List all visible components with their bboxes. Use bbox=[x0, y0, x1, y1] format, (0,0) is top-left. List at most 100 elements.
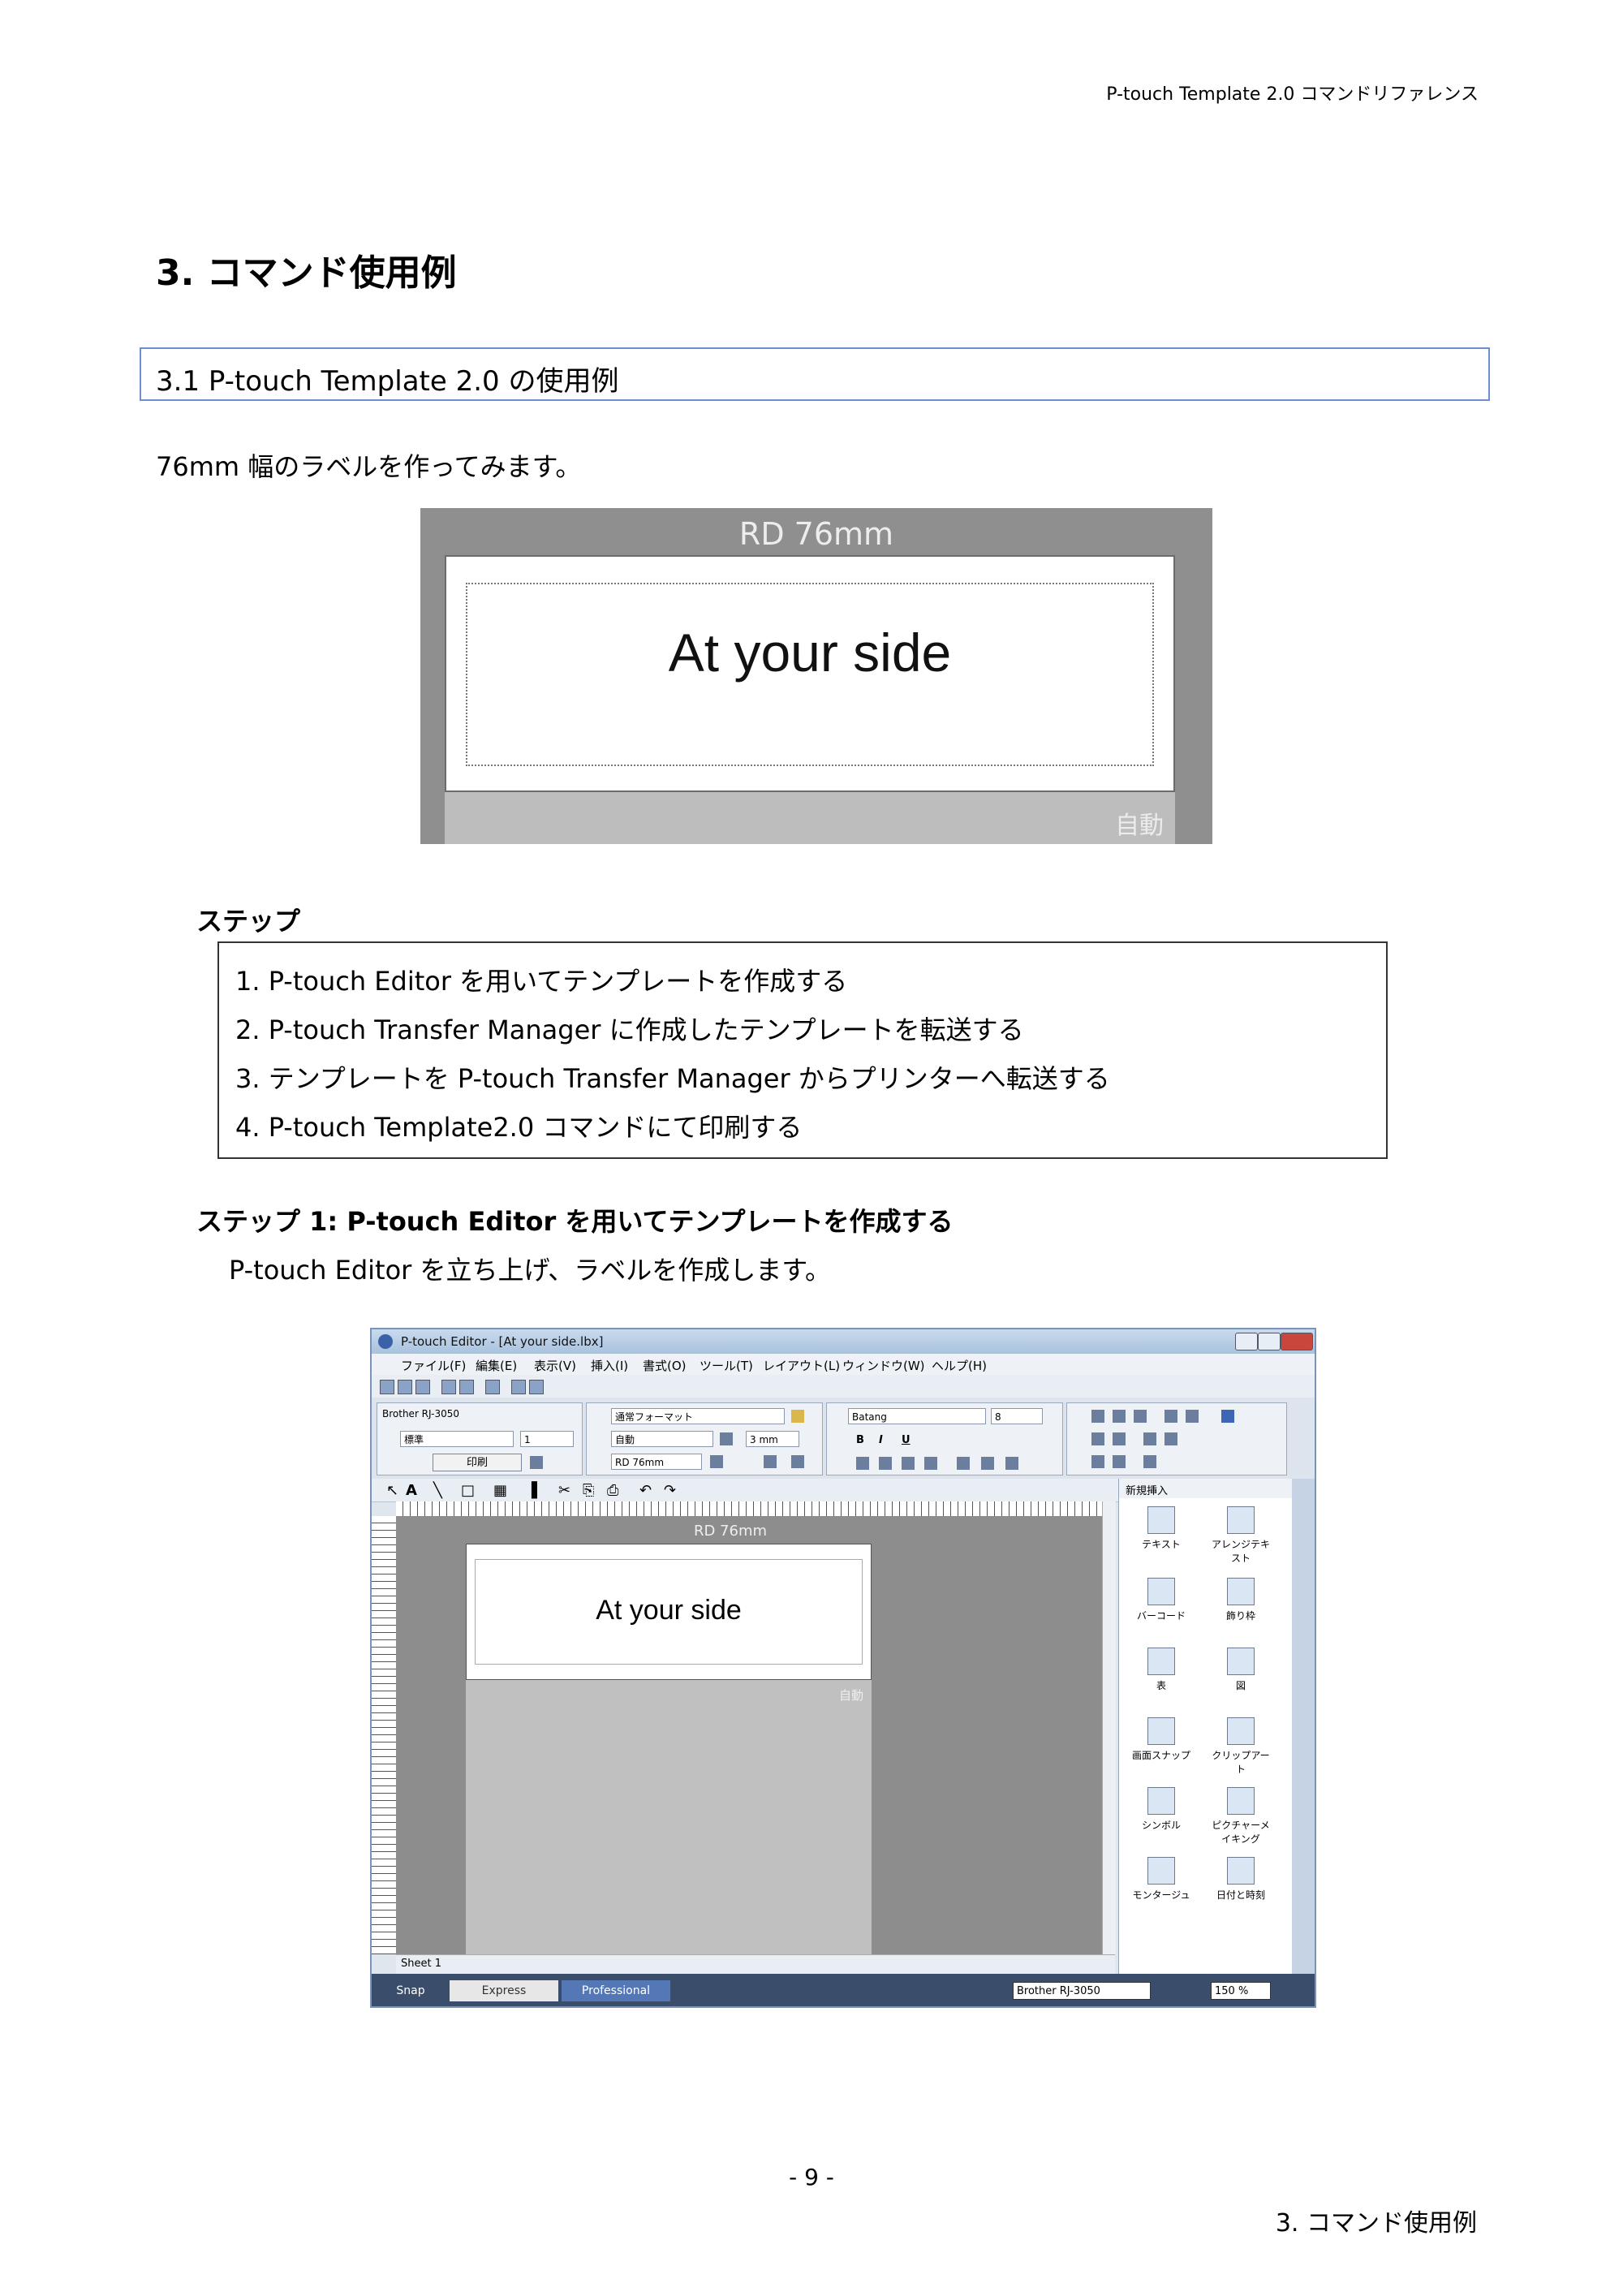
line-tool-icon[interactable]: ╲ bbox=[433, 1482, 442, 1499]
align-left-icon[interactable] bbox=[856, 1457, 869, 1470]
panel-item-screen-snap[interactable]: 画面スナップ bbox=[1129, 1717, 1194, 1762]
rotate-icon[interactable] bbox=[1091, 1455, 1104, 1468]
flip-icon[interactable] bbox=[1113, 1455, 1126, 1468]
margin-stepper[interactable]: 3 mm bbox=[746, 1431, 799, 1447]
align-right-icon[interactable] bbox=[902, 1457, 915, 1470]
update-icon[interactable] bbox=[529, 1380, 544, 1394]
menu-help[interactable]: ヘルプ(H) bbox=[932, 1357, 987, 1374]
font-size-select[interactable]: 8 bbox=[991, 1408, 1043, 1424]
rectangle-tool-icon[interactable]: □ bbox=[461, 1482, 475, 1499]
underline-button[interactable]: U bbox=[902, 1434, 911, 1446]
menu-view[interactable]: 表示(V) bbox=[534, 1357, 576, 1374]
panel-item-table[interactable]: 表 bbox=[1129, 1648, 1194, 1692]
select-arrow-icon[interactable]: ↖ bbox=[386, 1482, 398, 1499]
insert-panel-header: 新規挿入 bbox=[1119, 1479, 1293, 1498]
align-center-icon[interactable] bbox=[879, 1457, 892, 1470]
print-button[interactable]: 印刷 bbox=[433, 1454, 522, 1471]
copy-icon[interactable]: ⎘ bbox=[583, 1482, 594, 1499]
mode-express-tab[interactable]: Express bbox=[450, 1980, 558, 2001]
length-adjust-icon[interactable] bbox=[720, 1432, 733, 1445]
menu-file[interactable]: ファイル(F) bbox=[401, 1357, 466, 1374]
panel-item-frame[interactable]: 飾り枠 bbox=[1208, 1578, 1273, 1622]
align-top-icon[interactable] bbox=[1091, 1410, 1104, 1423]
minimize-icon[interactable] bbox=[1235, 1333, 1258, 1350]
menu-tools[interactable]: ツール(T) bbox=[700, 1357, 753, 1374]
chapter-title: 3. コマンド使用例 bbox=[156, 252, 457, 294]
bring-forward-icon[interactable] bbox=[1091, 1432, 1104, 1445]
label-preview-tape-name: RD 76mm bbox=[738, 516, 894, 552]
print-icon[interactable] bbox=[441, 1380, 456, 1394]
align-middle-icon[interactable] bbox=[1113, 1410, 1126, 1423]
panel-item-picture-making[interactable]: ピクチャーメイキング bbox=[1208, 1787, 1273, 1846]
group-icon[interactable] bbox=[1143, 1432, 1156, 1445]
maximize-icon[interactable] bbox=[1258, 1333, 1281, 1350]
ungroup-icon[interactable] bbox=[1165, 1432, 1177, 1445]
format-select[interactable]: 通常フォーマット bbox=[611, 1408, 785, 1424]
print-preview-icon[interactable] bbox=[459, 1380, 474, 1394]
vertical-text-icon[interactable] bbox=[957, 1457, 970, 1470]
cut-icon[interactable]: ✂ bbox=[558, 1482, 570, 1499]
text-direction-icon[interactable] bbox=[764, 1455, 777, 1468]
clip-art-icon bbox=[1227, 1717, 1255, 1745]
editor-canvas: RD 76mm At your side 自動 bbox=[396, 1516, 1102, 1954]
tape-select[interactable]: RD 76mm bbox=[611, 1454, 702, 1470]
text-tool-icon[interactable]: A bbox=[406, 1482, 417, 1499]
size-same-icon[interactable] bbox=[1143, 1455, 1156, 1468]
text-effect-icon[interactable] bbox=[981, 1457, 994, 1470]
length-select[interactable]: 自動 bbox=[611, 1431, 713, 1447]
transfer-icon[interactable] bbox=[511, 1380, 526, 1394]
canvas-lower-area bbox=[466, 1680, 872, 1954]
center-on-label-icon[interactable] bbox=[1221, 1410, 1234, 1423]
tape-color-icon[interactable] bbox=[710, 1455, 723, 1468]
panel-item-montage[interactable]: モンタージュ bbox=[1129, 1857, 1194, 1902]
panel-item-text[interactable]: テキスト bbox=[1129, 1506, 1194, 1551]
menu-window[interactable]: ウィンドウ(W) bbox=[842, 1357, 925, 1374]
text-fit-icon[interactable] bbox=[791, 1455, 804, 1468]
paper-orientation-icon[interactable] bbox=[791, 1410, 804, 1423]
distribute-horizontal-icon[interactable] bbox=[1165, 1410, 1177, 1423]
menu-edit[interactable]: 編集(E) bbox=[476, 1357, 517, 1374]
table-tool-icon[interactable]: ▦ bbox=[493, 1482, 507, 1499]
panel-item-label: シンボル bbox=[1141, 1820, 1181, 1831]
char-spacing-icon[interactable] bbox=[1005, 1457, 1018, 1470]
status-printer-select[interactable]: Brother RJ-3050 bbox=[1013, 1982, 1151, 2000]
canvas-vertical-scrollbar[interactable] bbox=[1102, 1501, 1116, 1954]
bold-button[interactable]: B bbox=[856, 1434, 864, 1446]
panel-item-symbol[interactable]: シンボル bbox=[1129, 1787, 1194, 1832]
undo-icon[interactable]: ↶ bbox=[639, 1482, 652, 1499]
menu-insert[interactable]: 挿入(I) bbox=[591, 1357, 628, 1374]
open-icon[interactable] bbox=[398, 1380, 412, 1394]
copies-stepper[interactable]: 1 bbox=[520, 1431, 574, 1447]
label-preview-tape: At your side bbox=[445, 555, 1175, 792]
close-icon[interactable] bbox=[1281, 1333, 1313, 1350]
mode-professional-tab[interactable]: Professional bbox=[562, 1980, 670, 2001]
sheet-tab[interactable]: Sheet 1 bbox=[401, 1958, 441, 1970]
font-select[interactable]: Batang bbox=[848, 1408, 986, 1424]
align-bottom-icon[interactable] bbox=[1134, 1410, 1147, 1423]
paste-icon[interactable]: ⎙ bbox=[607, 1482, 618, 1499]
save-icon[interactable] bbox=[415, 1380, 430, 1394]
redo-icon[interactable]: ↷ bbox=[664, 1482, 676, 1499]
italic-button[interactable]: I bbox=[879, 1434, 883, 1446]
menu-layout[interactable]: レイアウト(L) bbox=[763, 1357, 840, 1374]
distribute-vertical-icon[interactable] bbox=[1186, 1410, 1199, 1423]
editor-window-title: P-touch Editor - [At your side.lbx] bbox=[401, 1334, 604, 1349]
canvas-label-text[interactable]: At your side bbox=[467, 1595, 871, 1626]
new-icon[interactable] bbox=[380, 1380, 394, 1394]
panel-item-barcode[interactable]: バーコード bbox=[1129, 1578, 1194, 1622]
print-quality-select[interactable]: 標準 bbox=[400, 1431, 514, 1447]
canvas-label-tape[interactable]: At your side bbox=[466, 1544, 872, 1680]
justify-icon[interactable] bbox=[924, 1457, 937, 1470]
print-options-icon[interactable] bbox=[530, 1456, 543, 1469]
panel-item-image[interactable]: 図 bbox=[1208, 1648, 1273, 1692]
menu-format[interactable]: 書式(O) bbox=[643, 1357, 687, 1374]
panel-item-date-time[interactable]: 日付と時刻 bbox=[1208, 1857, 1273, 1902]
zoom-select[interactable]: 150 % bbox=[1211, 1982, 1271, 2000]
side-tab-strip[interactable] bbox=[1292, 1479, 1315, 1974]
panel-item-arrange-text[interactable]: アレンジテキスト bbox=[1208, 1506, 1273, 1565]
send-backward-icon[interactable] bbox=[1113, 1432, 1126, 1445]
mode-snap-tab[interactable]: Snap bbox=[378, 1980, 443, 2001]
barcode-tool-icon[interactable]: ▐ bbox=[526, 1482, 537, 1499]
panel-item-clip-art[interactable]: クリップアート bbox=[1208, 1717, 1273, 1776]
database-icon[interactable] bbox=[485, 1380, 500, 1394]
